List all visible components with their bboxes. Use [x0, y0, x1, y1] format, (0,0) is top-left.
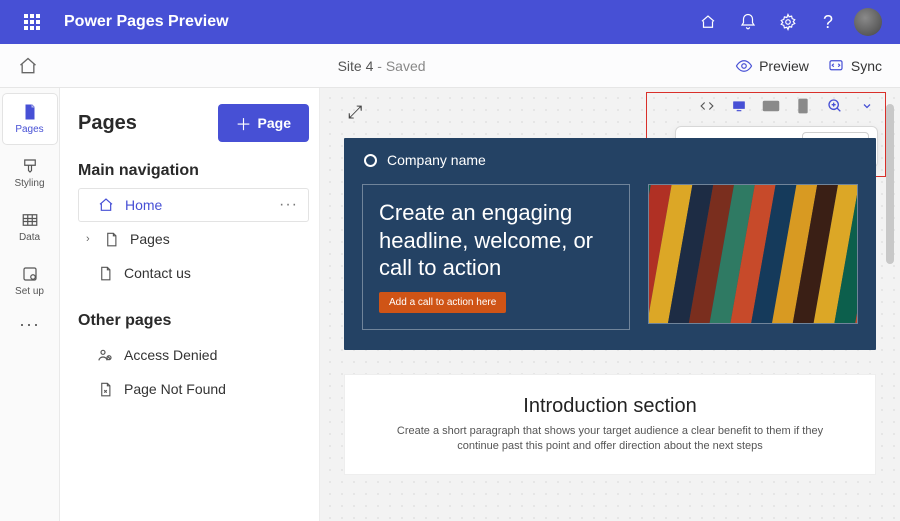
bell-icon: [739, 13, 757, 31]
abstract-image: [648, 184, 858, 324]
copilot-icon: [699, 13, 717, 31]
page-preview: Company name Create an engaging headline…: [320, 88, 882, 521]
home-icon: [18, 56, 38, 76]
settings-button[interactable]: [768, 0, 808, 44]
preview-action[interactable]: Preview: [735, 57, 809, 75]
sync-icon: [827, 57, 845, 75]
notifications-button[interactable]: [728, 0, 768, 44]
table-icon: [20, 211, 40, 229]
page-icon: [20, 103, 40, 121]
canvas-scrollbar[interactable]: [886, 92, 896, 517]
rail-styling[interactable]: Styling: [3, 148, 57, 198]
section-main-nav: Main navigation: [78, 162, 309, 180]
scrollbar-thumb[interactable]: [886, 104, 894, 264]
brush-icon: [20, 157, 40, 175]
hero-section[interactable]: Company name Create an engaging headline…: [344, 138, 876, 350]
tree-item-not-found[interactable]: Page Not Found: [78, 372, 309, 406]
site-name: Site 4: [338, 58, 374, 74]
left-rail: Pages Styling Data Set up ···: [0, 88, 60, 521]
rail-more[interactable]: ···: [19, 314, 40, 335]
waffle-icon: [24, 14, 40, 30]
site-status: Site 4 - Saved: [46, 58, 717, 74]
question-icon: ?: [823, 12, 833, 33]
titlebar: Power Pages Preview ?: [0, 0, 900, 44]
account-button[interactable]: [848, 0, 888, 44]
avatar: [854, 8, 882, 36]
app-title: Power Pages Preview: [64, 13, 688, 31]
add-page-button[interactable]: ＋ Page: [218, 104, 309, 142]
file-icon: [96, 266, 114, 281]
design-canvas: ⤢ 50% − + Reset Company name: [320, 88, 900, 521]
app-launcher-button[interactable]: [12, 0, 52, 44]
tree-item-home[interactable]: Home ···: [78, 188, 309, 222]
help-button[interactable]: ?: [808, 0, 848, 44]
intro-title: Introduction section: [385, 395, 835, 418]
tree-item-access-denied[interactable]: Access Denied: [78, 338, 309, 372]
pages-panel: Pages ＋ Page Main navigation Home ··· › …: [60, 88, 320, 521]
workspace: Pages Styling Data Set up ··· Pages ＋ Pa…: [0, 88, 900, 521]
access-denied-icon: [96, 347, 114, 363]
gear-icon: [779, 13, 797, 31]
eye-icon: [735, 57, 753, 75]
save-status: - Saved: [373, 58, 425, 74]
section-other-pages: Other pages: [78, 312, 309, 330]
rail-data[interactable]: Data: [3, 202, 57, 252]
copilot-button[interactable]: [688, 0, 728, 44]
hero-text-block[interactable]: Create an engaging headline, welcome, or…: [362, 184, 630, 330]
chevron-right-icon[interactable]: ›: [86, 233, 98, 245]
home-button[interactable]: [18, 56, 38, 76]
hero-headline: Create an engaging headline, welcome, or…: [379, 199, 613, 282]
intro-body: Create a short paragraph that shows your…: [385, 424, 835, 455]
item-more-button[interactable]: ···: [279, 196, 298, 214]
panel-title: Pages: [78, 112, 137, 135]
file-icon: [102, 232, 120, 247]
rail-setup[interactable]: Set up: [3, 256, 57, 306]
page-error-icon: [96, 382, 114, 397]
tree-item-pages[interactable]: › Pages: [78, 222, 309, 256]
intro-section[interactable]: Introduction section Create a short para…: [344, 374, 876, 476]
hero-cta-button[interactable]: Add a call to action here: [379, 292, 506, 313]
rail-pages[interactable]: Pages: [3, 94, 57, 144]
home-icon: [97, 197, 115, 213]
tree-item-contact[interactable]: Contact us: [78, 256, 309, 290]
radio-icon: [364, 154, 377, 167]
plus-icon: ＋: [236, 111, 252, 135]
hero-image-placeholder[interactable]: [648, 184, 858, 324]
company-name-label: Company name: [387, 152, 486, 168]
setup-icon: [20, 265, 40, 283]
sync-action[interactable]: Sync: [827, 57, 882, 75]
breadcrumb-bar: Site 4 - Saved Preview Sync: [0, 44, 900, 88]
